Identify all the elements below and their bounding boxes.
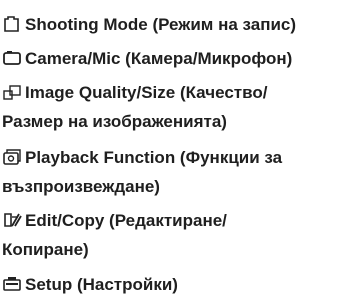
- menu-item-playback[interactable]: Playback Function (Функции за: [2, 143, 358, 172]
- playback-icon: [2, 148, 22, 166]
- menu-item-shooting-mode[interactable]: Shooting Mode (Режим на запис): [2, 10, 358, 39]
- menu-item-label: Playback Function (Функции за: [25, 148, 283, 167]
- menu-item-camera-mic[interactable]: Camera/Mic (Камера/Микрофон): [2, 44, 358, 73]
- edit-copy-icon: [2, 211, 22, 229]
- menu-item-label: Edit/Copy (Редактиране/: [25, 211, 227, 230]
- menu-item-label: Shooting Mode (Режим на запис): [25, 15, 297, 34]
- menu-item-label-continued: Размер на изображенията): [2, 112, 227, 131]
- shooting-mode-icon: [2, 15, 22, 33]
- image-quality-icon: [2, 83, 22, 101]
- menu-item-edit-copy[interactable]: Edit/Copy (Редактиране/: [2, 206, 358, 235]
- menu-item-label: Setup (Настройки): [25, 275, 178, 294]
- setup-icon: [2, 275, 22, 293]
- menu-item-setup[interactable]: Setup (Настройки): [2, 270, 358, 299]
- menu-item-label: Image Quality/Size (Качество/: [25, 83, 268, 102]
- menu-item-label-continued: Копиране): [2, 240, 89, 259]
- camera-mic-icon: [2, 49, 22, 67]
- menu-item-image-quality[interactable]: Image Quality/Size (Качество/: [2, 78, 358, 107]
- menu-item-label: Camera/Mic (Камера/Микрофон): [25, 49, 293, 68]
- menu-item-label-continued: възпроизвеждане): [2, 177, 160, 196]
